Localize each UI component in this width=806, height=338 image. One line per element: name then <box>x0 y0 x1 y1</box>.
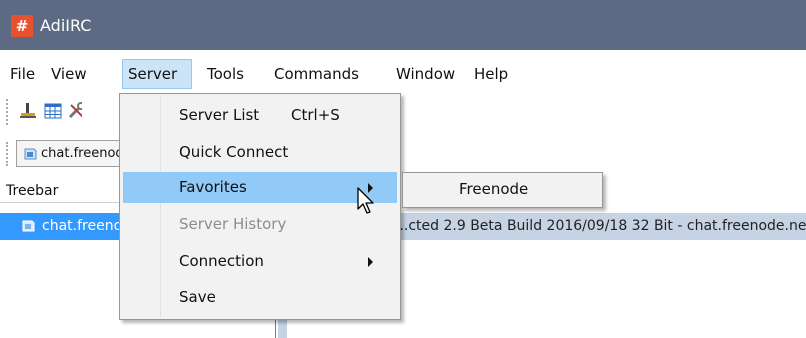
menu-item-label: Connection <box>179 252 264 270</box>
server-list-icon[interactable] <box>44 102 62 120</box>
app-icon: # <box>11 15 33 37</box>
menu-item-label: Favorites <box>179 178 247 196</box>
tab-server[interactable]: chat.freenode.net <box>16 140 126 167</box>
menu-tools[interactable]: Tools <box>203 59 248 89</box>
submenu-item-freenode[interactable]: Freenode <box>459 180 528 199</box>
title-bar: # AdiIRC <box>0 0 806 50</box>
tools-icon[interactable] <box>68 102 82 120</box>
menu-item-server-list[interactable]: Server List Ctrl+S <box>123 100 397 131</box>
favorites-submenu: Freenode <box>402 172 603 208</box>
submenu-arrow-icon <box>368 257 373 267</box>
menu-item-quick-connect[interactable]: Quick Connect <box>123 137 397 168</box>
tabbar-grip[interactable] <box>6 142 10 166</box>
menu-item-connection[interactable]: Connection <box>123 246 397 277</box>
treebar-title: Treebar <box>6 183 59 199</box>
menu-commands[interactable]: Commands <box>270 59 363 89</box>
menu-item-save[interactable]: Save <box>123 282 397 313</box>
menu-item-label: Quick Connect <box>179 143 289 161</box>
toolbar-grip[interactable] <box>6 99 10 125</box>
menu-bar: File View Server Tools Commands Window H… <box>0 59 806 89</box>
menu-window[interactable]: Window <box>392 59 459 89</box>
menu-item-label: Server List <box>179 106 260 124</box>
server-icon <box>22 146 38 166</box>
menu-server[interactable]: Server <box>122 59 192 89</box>
topic-bar: ...cted 2.9 Beta Build 2016/09/18 32 Bit… <box>400 213 806 240</box>
tab-label: chat.freenode.net <box>41 146 125 161</box>
menu-file[interactable]: File <box>6 59 39 89</box>
menu-view[interactable]: View <box>47 59 91 89</box>
menu-item-label: Server History <box>179 215 287 233</box>
topic-text: ...cted 2.9 Beta Build 2016/09/18 32 Bit… <box>400 218 806 234</box>
server-icon <box>20 218 36 238</box>
mouse-cursor-icon <box>356 186 378 216</box>
menu-help[interactable]: Help <box>470 59 512 89</box>
menu-item-label: Save <box>179 288 216 306</box>
treebar-item-server[interactable]: chat.freenode.net <box>0 213 167 240</box>
connect-icon[interactable] <box>19 102 37 120</box>
menu-item-shortcut: Ctrl+S <box>291 106 340 124</box>
window-title: AdiIRC <box>40 16 92 35</box>
